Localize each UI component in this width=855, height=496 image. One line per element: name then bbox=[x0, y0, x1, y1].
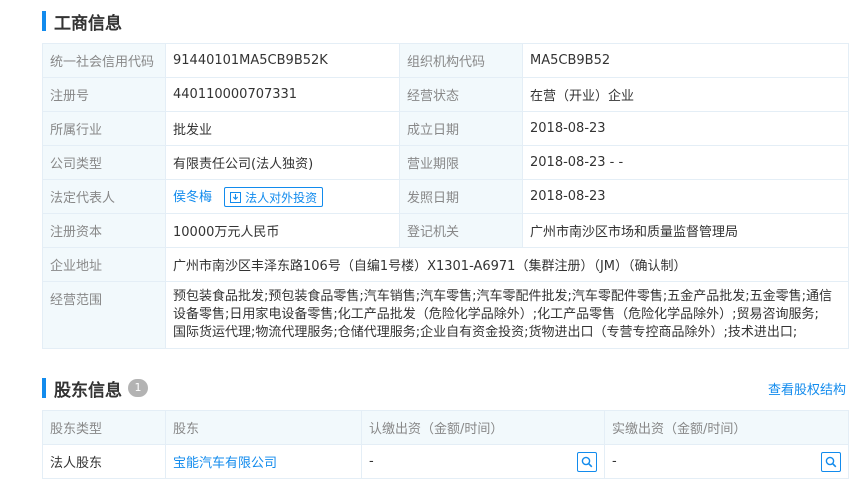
business-info-table: 统一社会信用代码 91440101MA5CB9B52K 组织机构代码 MA5CB… bbox=[42, 43, 849, 349]
table-row: 统一社会信用代码 91440101MA5CB9B52K 组织机构代码 MA5CB… bbox=[42, 43, 849, 78]
founded-date-value: 2018-08-23 bbox=[522, 111, 849, 146]
founded-date-label: 成立日期 bbox=[399, 111, 523, 146]
legal-rep-link[interactable]: 侯冬梅 bbox=[173, 190, 212, 205]
legal-rep-investment-button[interactable]: 法人对外投资 bbox=[224, 187, 324, 208]
scope-line: 设备零售;日用家电设备零售;化工产品批发（危险化学品除外）;化工产品零售（危险化… bbox=[173, 307, 819, 322]
legal-rep-label: 法定代表人 bbox=[42, 179, 166, 214]
paid-cell: - bbox=[604, 444, 849, 479]
credit-code-value: 91440101MA5CB9B52K bbox=[165, 43, 400, 78]
org-code-value: MA5CB9B52 bbox=[522, 43, 849, 78]
col-header-subscribed: 认缴出资（金额/时间） bbox=[361, 410, 605, 445]
legal-rep-cell: 侯冬梅 法人对外投资 bbox=[165, 179, 400, 214]
subscribed-cell: - bbox=[361, 444, 605, 479]
license-date-label: 发照日期 bbox=[399, 179, 523, 214]
paid-detail-button[interactable] bbox=[821, 451, 841, 472]
table-row: 法人股东 宝能汽车有限公司 - - bbox=[42, 444, 849, 479]
legal-rep-investment-label: 法人对外投资 bbox=[245, 190, 318, 205]
shareholder-info-heading: 股东信息 1 bbox=[42, 377, 148, 401]
table-row: 所属行业 批发业 成立日期 2018-08-23 bbox=[42, 111, 849, 146]
shareholder-type: 法人股东 bbox=[42, 444, 166, 479]
table-header-row: 股东类型 股东 认缴出资（金额/时间） 实缴出资（金额/时间） bbox=[42, 410, 849, 445]
scope-line: 预包装食品批发;预包装食品零售;汽车销售;汽车零售;汽车零配件批发;汽车零配件零… bbox=[173, 289, 833, 304]
col-header-paid: 实缴出资（金额/时间） bbox=[604, 410, 849, 445]
license-date-value: 2018-08-23 bbox=[522, 179, 849, 214]
section-accent-bar bbox=[42, 378, 46, 398]
section-accent-bar bbox=[42, 11, 46, 31]
table-row: 经营范围 预包装食品批发;预包装食品零售;汽车销售;汽车零售;汽车零配件批发;汽… bbox=[42, 281, 849, 349]
shareholder-info-title: 股东信息 bbox=[54, 380, 122, 401]
col-header-type: 股东类型 bbox=[42, 410, 166, 445]
address-label: 企业地址 bbox=[42, 247, 166, 282]
shareholder-name-cell: 宝能汽车有限公司 bbox=[165, 444, 362, 479]
org-code-label: 组织机构代码 bbox=[399, 43, 523, 78]
address-value: 广州市南沙区丰泽东路106号（自编1号楼）X1301-A6971（集群注册）（J… bbox=[165, 247, 849, 282]
shareholder-count-badge: 1 bbox=[128, 379, 148, 397]
view-equity-structure-link[interactable]: 查看股权结构 bbox=[768, 379, 846, 398]
shareholder-table: 股东类型 股东 认缴出资（金额/时间） 实缴出资（金额/时间） 法人股东 宝能汽… bbox=[42, 410, 849, 479]
subscribed-detail-button[interactable] bbox=[577, 451, 597, 472]
industry-label: 所属行业 bbox=[42, 111, 166, 146]
reg-capital-label: 注册资本 bbox=[42, 213, 166, 248]
subscribed-value: - bbox=[369, 454, 374, 469]
download-icon bbox=[230, 191, 242, 203]
company-type-label: 公司类型 bbox=[42, 145, 166, 180]
industry-value: 批发业 bbox=[165, 111, 400, 146]
col-header-shareholder: 股东 bbox=[165, 410, 362, 445]
reg-capital-value: 10000万元人民币 bbox=[165, 213, 400, 248]
reg-authority-value: 广州市南沙区市场和质量监督管理局 bbox=[522, 213, 849, 248]
credit-code-label: 统一社会信用代码 bbox=[42, 43, 166, 78]
scope-line: 国际货运代理;物流代理服务;仓储代理服务;企业自有资金投资;货物进出口（专营专控… bbox=[173, 325, 798, 340]
reg-authority-label: 登记机关 bbox=[399, 213, 523, 248]
scope-label: 经营范围 bbox=[42, 281, 166, 349]
paid-value: - bbox=[612, 454, 617, 469]
status-label: 经营状态 bbox=[399, 77, 523, 112]
search-icon bbox=[825, 456, 837, 467]
scope-value: 预包装食品批发;预包装食品零售;汽车销售;汽车零售;汽车零配件批发;汽车零配件零… bbox=[165, 281, 849, 349]
search-icon bbox=[581, 456, 593, 467]
table-row: 注册号 440110000707331 经营状态 在营（开业）企业 bbox=[42, 77, 849, 112]
company-type-value: 有限责任公司(法人独资) bbox=[165, 145, 400, 180]
business-info-title: 工商信息 bbox=[54, 13, 122, 34]
table-row: 企业地址 广州市南沙区丰泽东路106号（自编1号楼）X1301-A6971（集群… bbox=[42, 247, 849, 282]
table-row: 法定代表人 侯冬梅 法人对外投资 发照日期 2018-08-23 bbox=[42, 179, 849, 214]
table-row: 注册资本 10000万元人民币 登记机关 广州市南沙区市场和质量监督管理局 bbox=[42, 213, 849, 248]
reg-number-value: 440110000707331 bbox=[165, 77, 400, 112]
reg-number-label: 注册号 bbox=[42, 77, 166, 112]
status-value: 在营（开业）企业 bbox=[522, 77, 849, 112]
shareholder-name-link[interactable]: 宝能汽车有限公司 bbox=[173, 456, 277, 471]
business-term-value: 2018-08-23 - - bbox=[522, 145, 849, 180]
business-info-heading: 工商信息 bbox=[42, 10, 122, 34]
business-term-label: 营业期限 bbox=[399, 145, 523, 180]
table-row: 公司类型 有限责任公司(法人独资) 营业期限 2018-08-23 - - bbox=[42, 145, 849, 180]
